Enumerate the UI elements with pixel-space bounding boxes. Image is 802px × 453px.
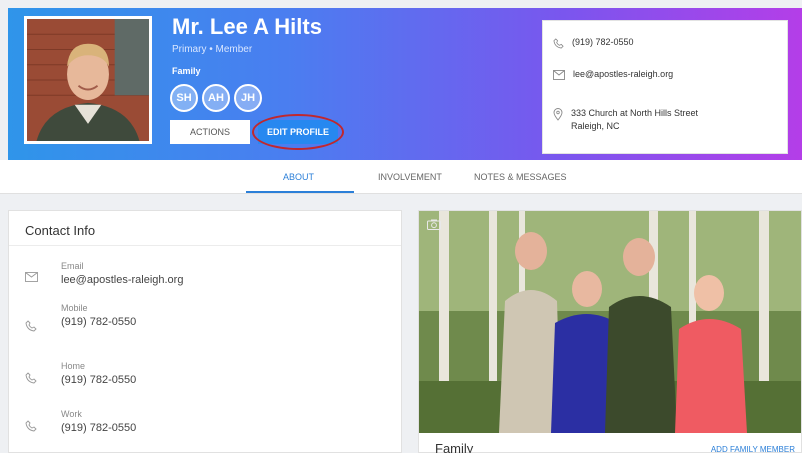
contact-value: lee@apostles-raleigh.org bbox=[61, 274, 184, 286]
phone-icon bbox=[553, 37, 564, 51]
envelope-icon bbox=[25, 269, 41, 287]
contact-value: (919) 782-0550 bbox=[61, 422, 137, 434]
contact-row-email[interactable]: Email lee@apostles-raleigh.org bbox=[25, 261, 183, 287]
profile-tabs: ABOUT INVOLVEMENT NOTES & MESSAGES bbox=[0, 160, 802, 194]
family-photo bbox=[419, 211, 801, 433]
header-address-line1: 333 Church at North Hills Street bbox=[571, 108, 699, 118]
actions-button[interactable]: ACTIONS bbox=[170, 120, 250, 144]
family-card: Family ADD FAMILY MEMBER bbox=[418, 210, 802, 453]
family-member-avatar[interactable]: AH bbox=[202, 84, 230, 112]
contact-label: Email bbox=[61, 261, 84, 271]
profile-subtitle: Primary • Member bbox=[172, 44, 253, 55]
contact-label: Work bbox=[61, 409, 82, 419]
phone-icon bbox=[25, 419, 41, 437]
header-address-line2: Raleigh, NC bbox=[571, 121, 620, 131]
contact-info-title: Contact Info bbox=[25, 223, 96, 238]
active-tab-indicator bbox=[246, 191, 354, 193]
profile-header: Mr. Lee A Hilts Primary • Member Family … bbox=[8, 8, 802, 160]
header-phone-row[interactable]: (919) 782-0550 bbox=[553, 37, 634, 51]
contact-info-panel: Contact Info Email lee@apostles-raleigh.… bbox=[8, 210, 402, 453]
header-email-row[interactable]: lee@apostles-raleigh.org bbox=[553, 69, 673, 82]
tab-notes-messages[interactable]: NOTES & MESSAGES bbox=[474, 172, 567, 182]
contact-row-work[interactable]: Work (919) 782-0550 bbox=[25, 409, 136, 437]
family-member-avatar[interactable]: JH bbox=[234, 84, 262, 112]
header-email: lee@apostles-raleigh.org bbox=[573, 69, 674, 79]
add-family-member-link[interactable]: ADD FAMILY MEMBER bbox=[711, 445, 795, 453]
contact-label: Home bbox=[61, 361, 86, 371]
contact-value: (919) 782-0550 bbox=[61, 316, 137, 328]
family-members: SH AH JH bbox=[170, 84, 262, 112]
divider bbox=[9, 245, 401, 246]
location-pin-icon bbox=[553, 107, 563, 123]
tab-involvement[interactable]: INVOLVEMENT bbox=[378, 172, 442, 182]
profile-photo bbox=[24, 16, 152, 144]
phone-icon bbox=[25, 319, 41, 337]
contact-row-home[interactable]: Home (919) 782-0550 bbox=[25, 361, 136, 389]
family-title: Family bbox=[435, 441, 474, 453]
tab-about[interactable]: ABOUT bbox=[283, 172, 314, 182]
profile-name: Mr. Lee A Hilts bbox=[172, 14, 322, 39]
contact-row-mobile[interactable]: Mobile (919) 782-0550 bbox=[25, 303, 136, 337]
edit-profile-button[interactable]: EDIT PROFILE bbox=[258, 120, 338, 144]
envelope-icon bbox=[553, 69, 565, 82]
header-address-row[interactable]: 333 Church at North Hills Street Raleigh… bbox=[553, 107, 698, 133]
contact-value: (919) 782-0550 bbox=[61, 374, 137, 386]
contact-label: Mobile bbox=[61, 303, 88, 313]
header-phone: (919) 782-0550 bbox=[572, 37, 634, 47]
family-member-avatar[interactable]: SH bbox=[170, 84, 198, 112]
family-label: Family bbox=[172, 66, 201, 76]
header-contact-card: (919) 782-0550 lee@apostles-raleigh.org … bbox=[542, 20, 788, 154]
phone-icon bbox=[25, 371, 41, 389]
camera-icon[interactable] bbox=[427, 219, 441, 230]
